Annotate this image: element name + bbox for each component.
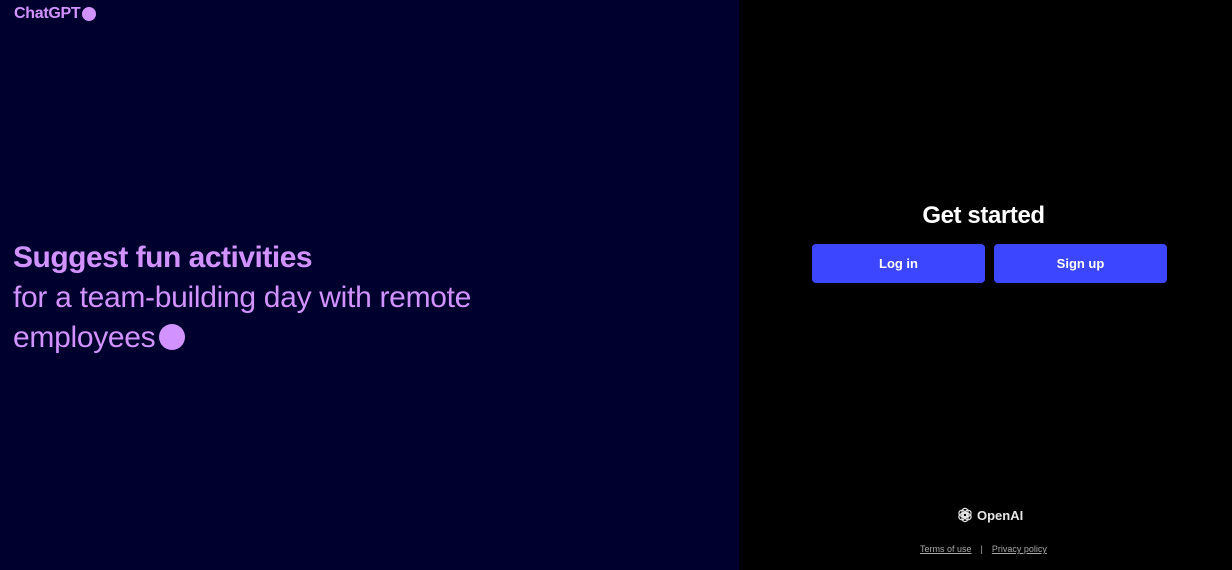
terms-link[interactable]: Terms of use [920,544,972,554]
openai-logo-icon [958,507,972,523]
hero-subtitle-line2: employees [13,321,156,354]
login-page: ChatGPT Suggest fun activities for a tea… [0,0,1232,570]
auth-buttons: Log in Sign up [812,244,1167,283]
hero-subtitle-line2-wrap: employees [13,318,613,358]
auth-section: Get started Log in Sign up [739,198,1232,283]
auth-title: Get started [922,202,1045,229]
link-separator: | [980,544,983,554]
signup-button[interactable]: Sign up [994,244,1167,283]
openai-brand: OpenAI [956,506,1023,524]
login-button[interactable]: Log in [812,244,985,283]
openai-name: OpenAI [977,507,1024,523]
brand-logo: ChatGPT [14,5,97,23]
brand-name: ChatGPT [14,5,81,22]
typing-dot-icon [159,324,186,350]
privacy-link[interactable]: Privacy policy [992,544,1047,554]
hero-subtitle-line1: for a team-building day with remote [13,281,472,314]
left-panel: ChatGPT Suggest fun activities for a tea… [0,0,739,570]
hero-title: Suggest fun activities [13,241,313,274]
footer-links: Terms of use | Privacy policy [920,544,1047,554]
right-panel: Get started Log in Sign up OpenAI Terms … [739,0,1232,570]
footer: OpenAI Terms of use | Privacy policy [739,490,1232,570]
brand-dot-icon [82,7,97,21]
hero-text: Suggest fun activities for a team-buildi… [13,238,613,358]
